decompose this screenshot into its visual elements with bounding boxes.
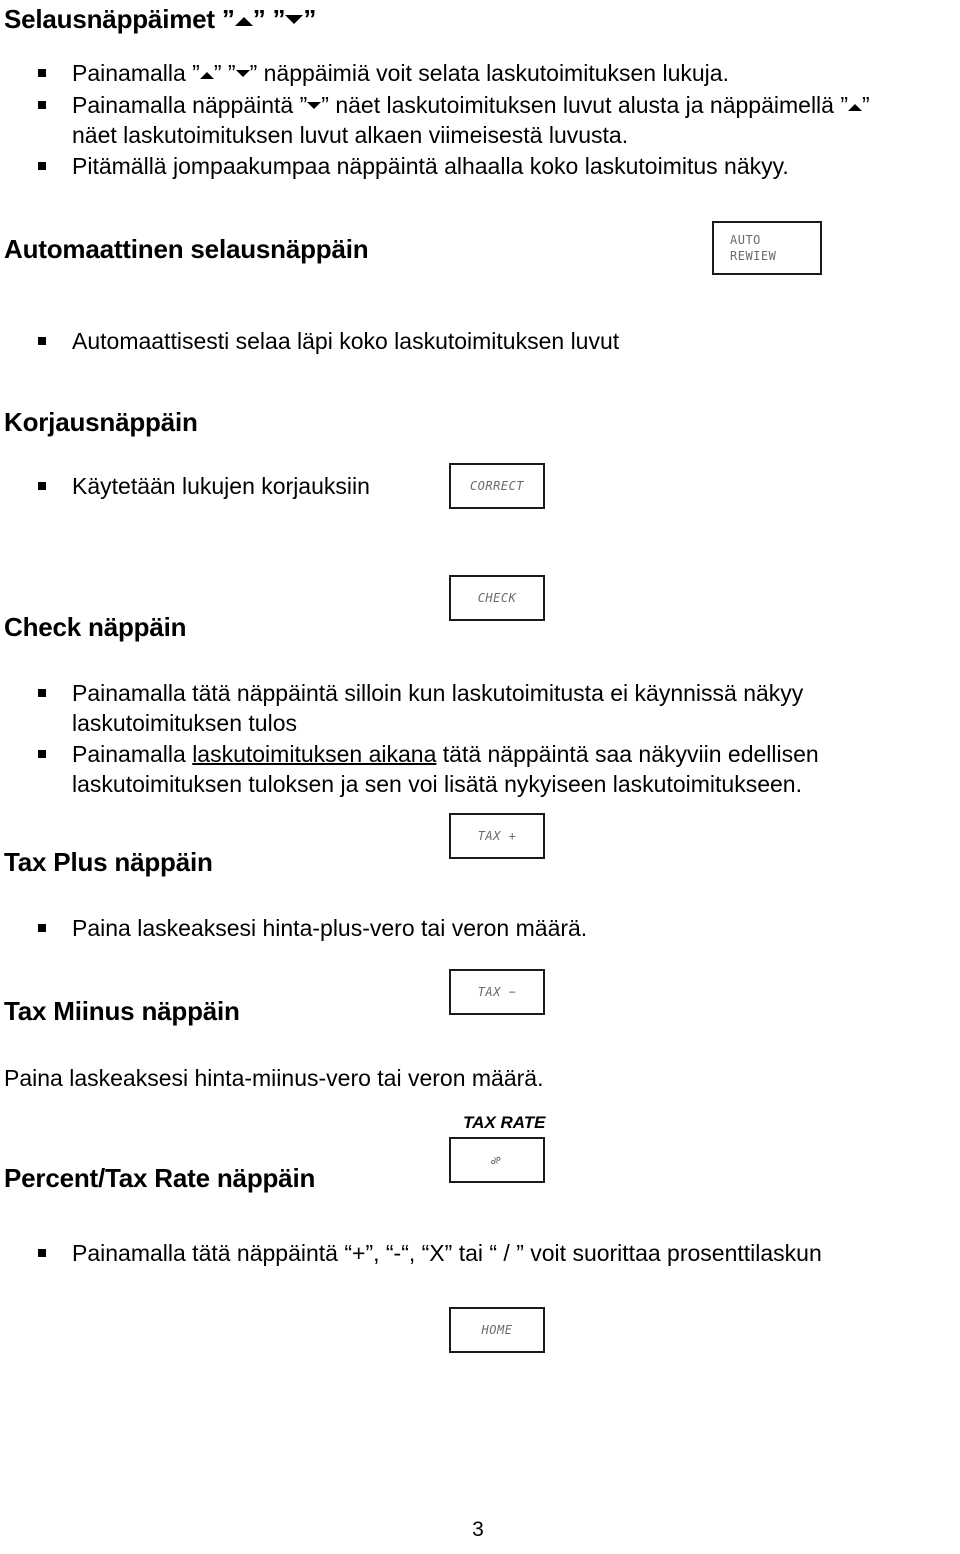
arrow-up-icon: [848, 104, 863, 111]
list-item: Painamalla laskutoimituksen aikana tätä …: [38, 739, 938, 799]
quote-close: ”: [252, 4, 266, 34]
bullet-text-part-3: ” näppäimiä voit selata laskutoimituksen…: [249, 60, 729, 86]
bullet-square-icon: [38, 689, 46, 697]
bullet-square-icon: [38, 924, 46, 932]
list-item-label: Painamalla tätä näppäintä silloin kun la…: [72, 678, 803, 738]
quote-close-2: ”: [303, 4, 317, 34]
tax-minus-description: Paina laskeaksesi hinta-miinus-vero tai …: [4, 1065, 544, 1091]
list-item: Käytetään lukujen korjauksiin: [38, 471, 458, 501]
section-heading-tax-minus: Tax Miinus näppäin: [4, 996, 240, 1026]
key-correct[interactable]: CORRECT: [449, 463, 545, 509]
bullet-text-part-2: ” näet laskutoimituksen luvut alusta ja …: [321, 92, 849, 118]
bullet-text-underlined: laskutoimituksen aikana: [192, 741, 437, 767]
list-item: Pitämällä jompaakumpaa näppäintä alhaall…: [38, 151, 938, 181]
arrow-down-icon: [235, 70, 250, 77]
arrow-up-icon: [199, 72, 214, 79]
bullet-text-pre: Painamalla: [72, 741, 193, 767]
bullet-square-icon: [38, 750, 46, 758]
list-item: Painamalla tätä näppäintä silloin kun la…: [38, 678, 938, 738]
list-item-label: Painamalla näppäintä ” ” näet laskutoimit…: [72, 90, 870, 150]
bullet-square-icon: [38, 162, 46, 170]
key-tax-plus-label: TAX +: [477, 829, 517, 843]
quote-open-2: ”: [272, 4, 286, 34]
list-item-label: Pitämällä jompaakumpaa näppäintä alhaall…: [72, 153, 789, 179]
bullet-text-line-2: laskutoimituksen tulos: [72, 710, 297, 736]
bullet-square-icon: [38, 69, 46, 77]
document-page: Selausnäppäimet ”” ”” Painamalla ”” ”” n…: [0, 0, 960, 1554]
list-item-label: Käytetään lukujen korjauksiin: [72, 473, 370, 499]
list-item-label: Painamalla tätä näppäintä “+”, “-“, “X” …: [72, 1240, 822, 1266]
bullet-square-icon: [38, 482, 46, 490]
bullet-text-line-2: näet laskutoimituksen luvut alkaen viime…: [72, 122, 629, 148]
section-heading-percent-tax-rate: Percent/Tax Rate näppäin: [4, 1163, 316, 1193]
list-item: Painamalla tätä näppäintä “+”, “-“, “X” …: [38, 1238, 948, 1268]
section-heading-auto-review: Automaattinen selausnäppäin: [4, 234, 369, 264]
key-auto-review[interactable]: AUTO REWIEW: [712, 221, 822, 275]
list-item-label: Painamalla laskutoimituksen aikana tätä …: [72, 739, 819, 799]
arrow-down-icon: [307, 102, 322, 109]
key-tax-minus-label: TAX −: [477, 985, 517, 999]
list-item-label: Automaattisesti selaa läpi koko laskutoi…: [72, 328, 620, 354]
section-heading-browse-keys: Selausnäppäimet ”” ””: [4, 4, 316, 34]
bullet-text-part-2: ” ”: [213, 60, 236, 86]
bullet-text-part-1: Painamalla ”: [72, 60, 200, 86]
list-item-label: Painamalla ” ” ” ” näppäimiä voit selata l…: [72, 58, 729, 88]
quote-open: ”: [221, 4, 235, 34]
bullet-text-part-1: Painamalla näppäintä ”: [72, 92, 308, 118]
key-tax-rate-top-label: TAX RATE: [463, 1113, 546, 1132]
key-check-label: CHECK: [477, 591, 517, 605]
bullet-text-part-3: ”: [862, 92, 870, 118]
bullet-text-line-2: laskutoimituksen tuloksen ja sen voi lis…: [72, 771, 802, 797]
list-item-label: Paina laskeaksesi hinta-plus-vero tai ve…: [72, 915, 588, 941]
key-tax-plus[interactable]: TAX +: [449, 813, 545, 859]
list-item: Painamalla ” ” ” ” näppäimiä voit selata l…: [38, 58, 918, 88]
key-home[interactable]: HOME: [449, 1307, 545, 1353]
key-correct-label: CORRECT: [469, 479, 525, 493]
list-item: Paina laskeaksesi hinta-plus-vero tai ve…: [38, 913, 738, 943]
key-auto-review-label: AUTO REWIEW: [730, 233, 777, 263]
key-home-label: HOME: [481, 1323, 513, 1337]
arrow-up-icon: [234, 17, 253, 26]
heading-text: Selausnäppäimet: [4, 4, 222, 34]
list-item: Painamalla näppäintä ” ” näet laskutoimit…: [38, 90, 938, 150]
section-heading-correct: Korjausnäppäin: [4, 407, 198, 437]
bullet-square-icon: [38, 1249, 46, 1257]
section-heading-tax-plus: Tax Plus näppäin: [4, 847, 213, 877]
key-tax-minus[interactable]: TAX −: [449, 969, 545, 1015]
arrow-down-icon: [285, 15, 304, 24]
key-tax-rate-label: %: [489, 1156, 505, 1164]
page-number: 3: [472, 1518, 484, 1541]
key-check[interactable]: CHECK: [449, 575, 545, 621]
bullet-square-icon: [38, 337, 46, 345]
list-item: Automaattisesti selaa läpi koko laskutoi…: [38, 326, 918, 356]
bullet-square-icon: [38, 101, 46, 109]
bullet-text-post: tätä näppäintä saa näkyviin edellisen: [436, 741, 819, 767]
bullet-text-line-1: Painamalla tätä näppäintä silloin kun la…: [72, 680, 804, 706]
section-heading-check: Check näppäin: [4, 612, 187, 642]
key-tax-rate[interactable]: %: [449, 1137, 545, 1183]
